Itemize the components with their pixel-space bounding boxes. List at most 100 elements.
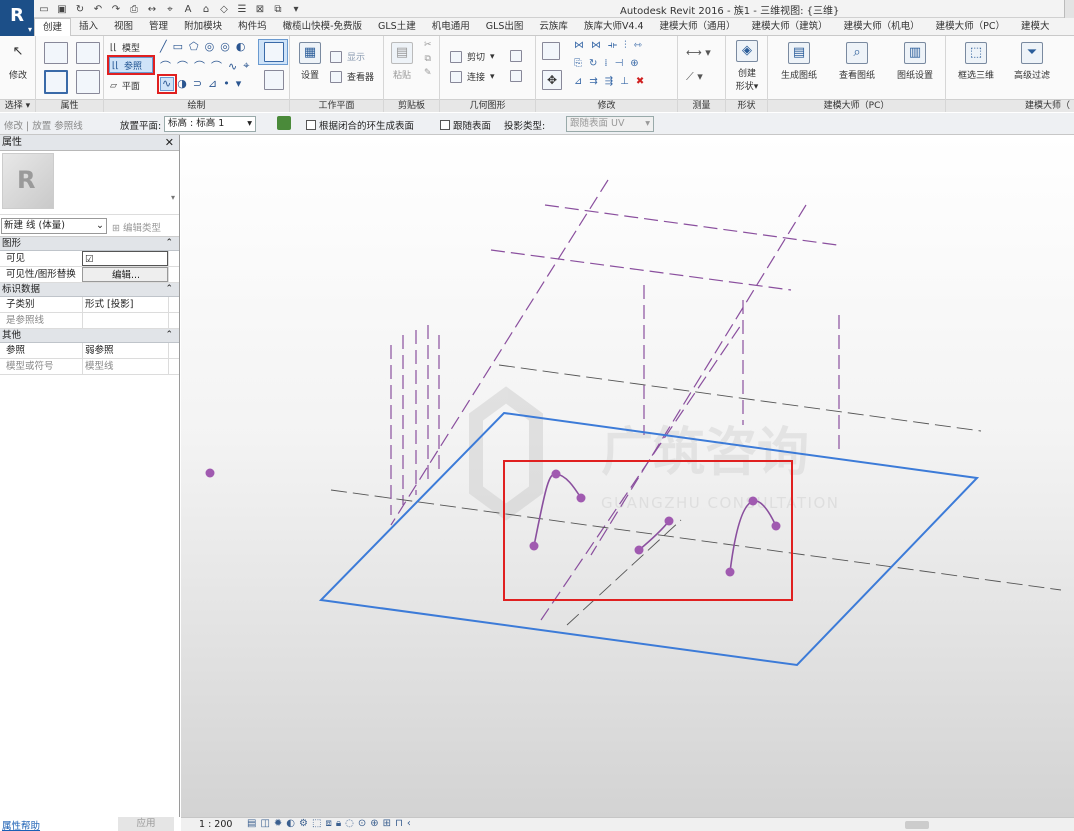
view-scale[interactable]: 1 : 200 xyxy=(199,819,232,830)
properties-help-link[interactable]: 属性帮助 xyxy=(2,818,40,831)
create-form-button[interactable]: ◈ 创建 形状▾ xyxy=(732,40,762,92)
surface-from-loop-checkbox[interactable]: 根据闭合的环生成表面 xyxy=(306,118,414,132)
dropdown-icon[interactable]: ▾ xyxy=(290,4,302,15)
sync-icon[interactable]: ↻ xyxy=(74,4,86,15)
spline-point[interactable] xyxy=(771,521,781,531)
family-category-icon[interactable] xyxy=(76,42,100,64)
crop-view-icon[interactable]: ⬚ xyxy=(312,818,321,829)
print-icon[interactable]: ⎙ xyxy=(128,4,140,15)
detail-level-icon[interactable]: ▤ xyxy=(247,818,256,829)
projection-type-select[interactable]: 跟随表面 UV ▾ xyxy=(566,116,654,132)
tab-4[interactable]: 附加模块 xyxy=(176,18,230,36)
collapse-icon[interactable]: ⌃ xyxy=(165,329,173,342)
horizontal-scrollbar[interactable] xyxy=(905,821,929,829)
tab-16[interactable]: 建模大 xyxy=(1013,18,1058,36)
ref-plane-line[interactable] xyxy=(390,179,609,526)
spline-icon[interactable]: ∿ xyxy=(228,60,237,73)
tab-2[interactable]: 视图 xyxy=(106,18,141,36)
temp-hide-icon[interactable]: ◌ xyxy=(345,818,354,829)
spline-point[interactable] xyxy=(664,516,674,526)
property-value[interactable]: 弱参照 xyxy=(82,343,168,358)
property-value[interactable] xyxy=(82,313,168,328)
3d-viewport[interactable]: 广筑咨询 GUANGZHU CONSULTATION xyxy=(181,135,1074,817)
reference-planes[interactable] xyxy=(390,179,840,621)
arc-start-end-icon[interactable]: ⌒ xyxy=(160,58,171,74)
paint-icon[interactable] xyxy=(510,70,522,82)
property-group-header[interactable]: 标识数据 ⌃ xyxy=(0,283,179,297)
lone-reference-point[interactable] xyxy=(205,468,215,478)
pick-plane-icon[interactable] xyxy=(277,116,291,130)
type-properties-icon[interactable] xyxy=(76,70,100,94)
measure-icon[interactable]: ↔ xyxy=(146,4,158,15)
collapse-icon[interactable]: ⌃ xyxy=(165,237,173,250)
model-canvas[interactable]: 广筑咨询 GUANGZHU CONSULTATION xyxy=(181,135,1074,817)
polygon-icon[interactable]: ⬠ xyxy=(189,40,199,53)
draw-plane[interactable]: ▱ 平面 xyxy=(110,79,140,93)
partial-ellipse-icon[interactable]: ⊃ xyxy=(193,77,202,90)
tab-14[interactable]: 建模大师（机电） xyxy=(836,18,928,36)
undo-icon[interactable]: ↶ xyxy=(92,4,104,15)
circle-icon[interactable]: ◎ xyxy=(205,40,215,53)
tab-12[interactable]: 建模大师（通用） xyxy=(652,18,744,36)
constraints-icon[interactable]: ⊓ xyxy=(395,818,403,829)
spline-point[interactable] xyxy=(551,469,561,479)
analytical-icon[interactable]: ⊞ xyxy=(383,818,391,829)
paste-button[interactable]: ▤ 粘贴 xyxy=(388,42,416,81)
offset-icon[interactable]: ⋈ xyxy=(574,40,584,51)
arc-tangent-icon[interactable]: ⌒ xyxy=(194,58,205,74)
spline-point[interactable] xyxy=(576,493,586,503)
sun-path-icon[interactable]: ✹ xyxy=(274,818,282,829)
dimension-icon[interactable]: ⟋ ▾ xyxy=(686,70,703,84)
spline-point[interactable] xyxy=(725,567,735,577)
ellipse-arc-icon[interactable]: ◑ xyxy=(177,77,187,90)
draw-model-line[interactable]: ⌊⌊ 模型 xyxy=(110,41,140,55)
type-selector-preview[interactable]: R ▾ xyxy=(0,151,179,215)
copy-icon[interactable]: ⧉ xyxy=(425,54,431,64)
copy-modify-icon[interactable]: ⎘ xyxy=(574,58,582,69)
spline-curves[interactable] xyxy=(533,473,777,573)
more-tools-icon[interactable]: ▾ xyxy=(236,77,242,90)
lock-view-icon[interactable]: 🔒︎ xyxy=(336,818,341,829)
tab-9[interactable]: GLS出图 xyxy=(478,18,532,36)
split-gap-icon[interactable]: ⇿ xyxy=(634,40,642,51)
tab-0[interactable]: 创建 xyxy=(34,17,72,36)
place-plane-select[interactable]: 标高 : 标高 1 ▾ xyxy=(164,116,256,132)
ref-plane-line[interactable] xyxy=(490,249,792,291)
rotate-icon[interactable]: ↻ xyxy=(589,58,597,69)
property-value[interactable]: 编辑... xyxy=(82,267,168,282)
scale-icon[interactable]: ⊿ xyxy=(574,76,582,87)
box-select-3d-button[interactable]: ⬚ 框选三维 xyxy=(950,42,1002,81)
delete-icon[interactable]: ✖ xyxy=(636,76,644,87)
unpin-icon[interactable]: ⊕ xyxy=(630,58,638,69)
follow-surface-checkbox[interactable]: 跟随表面 xyxy=(440,118,491,132)
tab-15[interactable]: 建模大师（PC） xyxy=(928,18,1013,36)
workplane-viewer-button[interactable]: 查看器 xyxy=(330,70,374,83)
render-icon[interactable]: ⚙ xyxy=(299,818,308,829)
application-menu-button[interactable]: R ▾ xyxy=(0,0,34,36)
generate-drawing-button[interactable]: ▤ 生成图纸 xyxy=(774,42,824,81)
trim-extend-icon[interactable]: ⇉ xyxy=(589,76,597,87)
split-icon[interactable]: ⫶ xyxy=(624,40,627,51)
join-geometry-button[interactable]: 连接 ▾ xyxy=(450,70,495,83)
spline-point[interactable] xyxy=(529,541,539,551)
thin-lines-icon[interactable]: ☰ xyxy=(236,4,248,15)
cut-icon[interactable]: ✂ xyxy=(424,40,432,50)
rectangle-icon[interactable]: ▭ xyxy=(173,40,183,53)
section-icon[interactable]: ◇ xyxy=(218,4,230,15)
spline-points[interactable] xyxy=(205,468,781,577)
property-group-header[interactable]: 图形 ⌃ xyxy=(0,237,179,251)
tab-5[interactable]: 构件坞 xyxy=(230,18,275,36)
spin-icon[interactable]: ◐ xyxy=(236,40,246,53)
family-types-icon[interactable] xyxy=(44,42,68,64)
drawing-settings-button[interactable]: ▥ 图纸设置 xyxy=(890,42,940,81)
draw-on-face-icon[interactable] xyxy=(264,70,284,90)
pin-icon[interactable]: ⊥ xyxy=(620,76,629,87)
point-icon[interactable]: • xyxy=(223,77,230,90)
type-select[interactable]: 新建 线 (体量) ⌄ xyxy=(1,218,107,234)
text-icon[interactable]: A xyxy=(182,4,194,15)
view-drawing-button[interactable]: ⌕ 查看图纸 xyxy=(832,42,882,81)
match-icon[interactable]: ✎ xyxy=(424,68,432,78)
edit-type-button[interactable]: ⊞ 编辑类型 xyxy=(112,220,161,234)
shadows-icon[interactable]: ◐ xyxy=(286,818,295,829)
cut-geometry-button[interactable]: 剪切 ▾ xyxy=(450,50,495,63)
